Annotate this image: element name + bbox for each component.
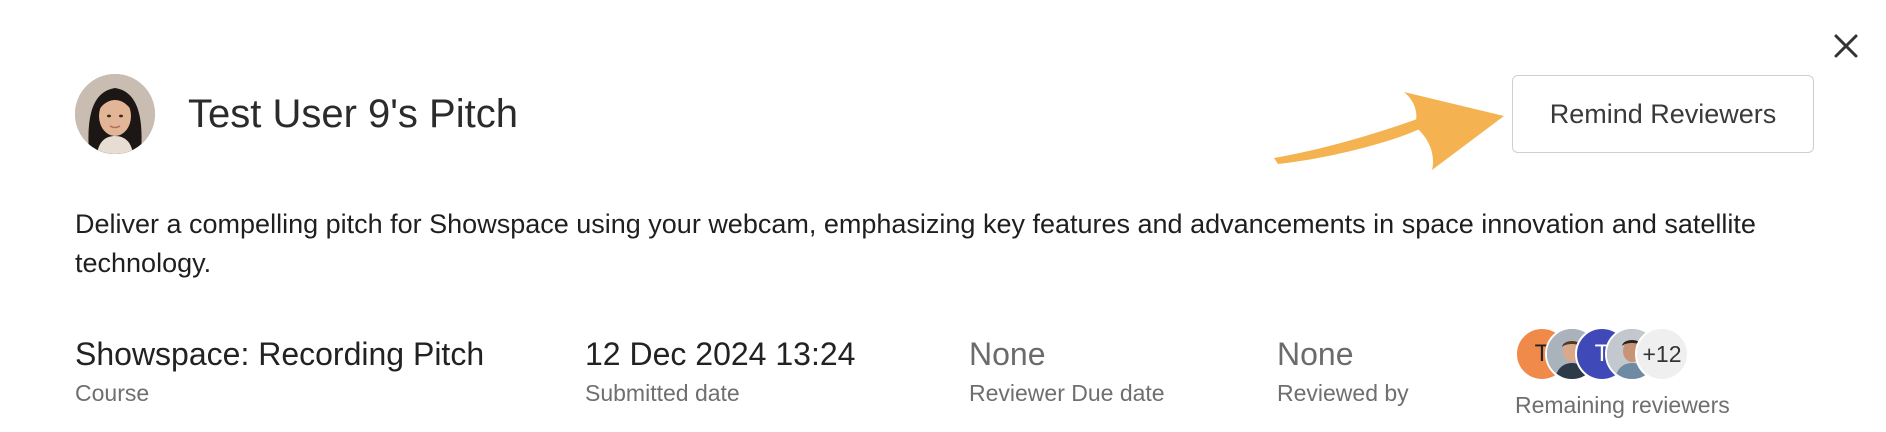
remaining-reviewers-label: Remaining reviewers bbox=[1515, 392, 1730, 418]
submitted-date-value: 12 Dec 2024 13:24 bbox=[585, 336, 856, 372]
pitch-detail-panel: Test User 9's Pitch Remind Reviewers Del… bbox=[0, 0, 1886, 432]
pitch-title: Test User 9's Pitch bbox=[188, 92, 518, 136]
due-date-label: Reviewer Due date bbox=[969, 380, 1165, 406]
reviewed-by-label: Reviewed by bbox=[1277, 380, 1409, 406]
remaining-reviewers-meta: T T +12 Remaining reviewers bbox=[1515, 327, 1730, 419]
reviewed-by-meta: None Reviewed by bbox=[1277, 335, 1409, 407]
close-icon bbox=[1834, 34, 1858, 58]
reviewer-avatar-stack[interactable]: T T +12 bbox=[1515, 327, 1695, 381]
reviewed-by-value: None bbox=[1277, 336, 1354, 372]
pitch-description: Deliver a compelling pitch for Showspace… bbox=[75, 209, 1756, 278]
course-value: Showspace: Recording Pitch bbox=[75, 336, 485, 372]
course-label: Course bbox=[75, 380, 150, 406]
submitted-date-label: Submitted date bbox=[585, 380, 740, 406]
due-date-meta: None Reviewer Due date bbox=[969, 335, 1165, 407]
remind-reviewers-button[interactable]: Remind Reviewers bbox=[1512, 75, 1814, 153]
user-avatar bbox=[75, 74, 155, 154]
submitted-meta: 12 Dec 2024 13:24 Submitted date bbox=[585, 335, 855, 407]
course-meta: Showspace: Recording Pitch Course bbox=[75, 335, 484, 407]
due-date-value: None bbox=[969, 336, 1046, 372]
more-reviewers-count[interactable]: +12 bbox=[1635, 327, 1689, 381]
arrow-annotation bbox=[1274, 92, 1504, 170]
close-button[interactable] bbox=[1832, 32, 1860, 60]
